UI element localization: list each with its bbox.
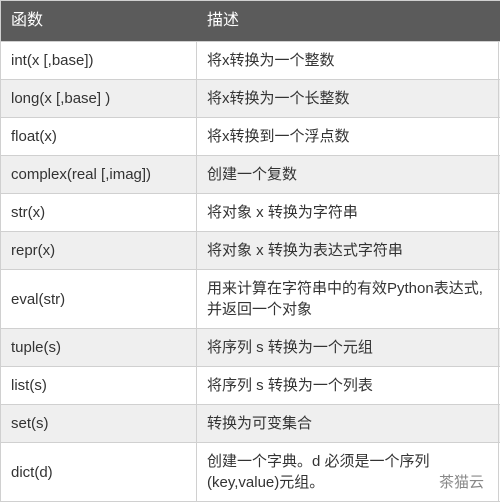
table-row: list(s) 将序列 s 转换为一个列表 [1, 367, 500, 405]
cell-description: 将对象 x 转换为字符串 [197, 194, 499, 231]
table-row: str(x) 将对象 x 转换为字符串 [1, 194, 500, 232]
cell-function: complex(real [,imag]) [1, 156, 197, 193]
cell-function: long(x [,base] ) [1, 80, 197, 117]
table-row: eval(str) 用来计算在字符串中的有效Python表达式,并返回一个对象 [1, 270, 500, 329]
cell-function: set(s) [1, 405, 197, 442]
cell-function: list(s) [1, 367, 197, 404]
cell-description: 转换为可变集合 [197, 405, 499, 442]
table-row: long(x [,base] ) 将x转换为一个长整数 [1, 80, 500, 118]
table-row: repr(x) 将对象 x 转换为表达式字符串 [1, 232, 500, 270]
table-row: complex(real [,imag]) 创建一个复数 [1, 156, 500, 194]
watermark-text: 茶猫云 [439, 471, 484, 492]
cell-function: str(x) [1, 194, 197, 231]
cell-description: 用来计算在字符串中的有效Python表达式,并返回一个对象 [197, 270, 499, 328]
cell-description: 将对象 x 转换为表达式字符串 [197, 232, 499, 269]
cell-function: tuple(s) [1, 329, 197, 366]
cell-description: 将x转换为一个整数 [197, 42, 499, 79]
cell-function: eval(str) [1, 270, 197, 328]
cell-description: 将x转换到一个浮点数 [197, 118, 499, 155]
table-row: float(x) 将x转换到一个浮点数 [1, 118, 500, 156]
header-function: 函数 [1, 1, 197, 41]
cell-description: 创建一个复数 [197, 156, 499, 193]
table-row: dict(d) 创建一个字典。d 必须是一个序列 (key,value)元组。 [1, 443, 500, 502]
cell-description: 将序列 s 转换为一个元组 [197, 329, 499, 366]
cell-description: 将x转换为一个长整数 [197, 80, 499, 117]
table-header-row: 函数 描述 [1, 1, 500, 42]
cell-function: int(x [,base]) [1, 42, 197, 79]
cell-description: 将序列 s 转换为一个列表 [197, 367, 499, 404]
table-row: int(x [,base]) 将x转换为一个整数 [1, 42, 500, 80]
cell-function: repr(x) [1, 232, 197, 269]
table-row: tuple(s) 将序列 s 转换为一个元组 [1, 329, 500, 367]
table-row: set(s) 转换为可变集合 [1, 405, 500, 443]
header-description: 描述 [197, 1, 499, 41]
cell-function: float(x) [1, 118, 197, 155]
cell-function: dict(d) [1, 443, 197, 501]
function-table: 函数 描述 int(x [,base]) 将x转换为一个整数 long(x [,… [0, 0, 500, 502]
